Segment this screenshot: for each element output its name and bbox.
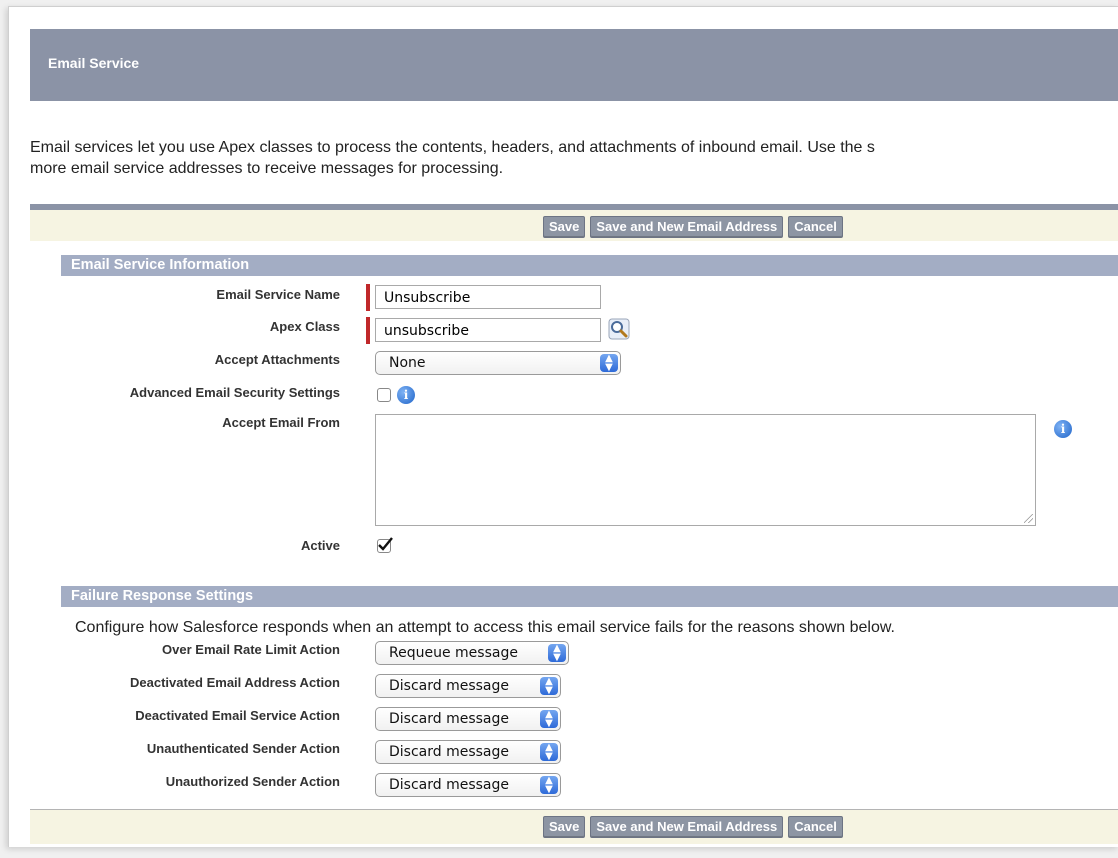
unauthenticated-sender-value: Discard message [389, 744, 510, 760]
save-and-new-button[interactable]: Save and New Email Address [590, 816, 784, 838]
updown-arrows-icon: ▲ ▼ [540, 710, 558, 729]
updown-arrows-icon: ▲ ▼ [540, 776, 558, 795]
deactivated-address-value: Discard message [389, 678, 510, 694]
deactivated-service-value: Discard message [389, 711, 510, 727]
accept-attachments-select[interactable]: None ▲ ▼ [375, 351, 621, 375]
section-header-email-service-information: Email Service Information [61, 255, 1118, 276]
info-icon[interactable]: i [1054, 420, 1072, 438]
intro-text: Email services let you use Apex classes … [30, 137, 1118, 179]
updown-arrows-icon: ▲ ▼ [548, 644, 566, 663]
failure-description: Configure how Salesforce responds when a… [75, 619, 895, 636]
page-frame: Email Service Email services let you use… [8, 6, 1118, 847]
deactivated-service-select[interactable]: Discard message ▲ ▼ [375, 707, 561, 731]
updown-arrows-icon: ▲ ▼ [540, 677, 558, 696]
deactivated-address-select[interactable]: Discard message ▲ ▼ [375, 674, 561, 698]
resize-handle-icon[interactable] [1024, 514, 1033, 523]
top-button-group: Save Save and New Email Address Cancel [543, 216, 843, 238]
apex-class-input[interactable]: unsubscribe [375, 318, 601, 342]
unauthenticated-sender-select[interactable]: Discard message ▲ ▼ [375, 740, 561, 764]
email-service-name-input[interactable]: Unsubscribe [375, 285, 601, 309]
accept-email-from-label: Accept Email From [222, 415, 340, 430]
unauthorized-sender-value: Discard message [389, 777, 510, 793]
unauthorized-sender-select[interactable]: Discard message ▲ ▼ [375, 773, 561, 797]
top-button-bar: Save Save and New Email Address Cancel [30, 204, 1118, 241]
active-label: Active [300, 538, 340, 553]
email-service-name-label: Email Service Name [216, 287, 340, 302]
checkmark-icon [378, 537, 393, 551]
unauthenticated-sender-label: Unauthenticated Sender Action [146, 741, 340, 756]
section-header-failure-response-settings: Failure Response Settings [61, 586, 1118, 607]
save-button[interactable]: Save [543, 816, 586, 838]
bottom-button-bar: Save Save and New Email Address Cancel [30, 809, 1118, 844]
save-and-new-button[interactable]: Save and New Email Address [590, 216, 784, 238]
required-indicator [366, 317, 370, 344]
updown-arrows-icon: ▲ ▼ [600, 354, 618, 373]
save-button[interactable]: Save [543, 216, 586, 238]
deactivated-service-label: Deactivated Email Service Action [135, 708, 340, 723]
over-rate-limit-select[interactable]: Requeue message ▲ ▼ [375, 641, 569, 665]
active-checkbox[interactable] [377, 537, 393, 553]
accept-attachments-label: Accept Attachments [214, 352, 340, 367]
magnifier-icon[interactable] [608, 318, 630, 340]
over-rate-limit-label: Over Email Rate Limit Action [162, 642, 340, 657]
updown-arrows-icon: ▲ ▼ [540, 743, 558, 762]
intro-line-2: more email service addresses to receive … [30, 160, 504, 177]
advanced-security-label: Advanced Email Security Settings [129, 385, 340, 400]
page-header: Email Service [30, 29, 1118, 101]
intro-line-1: Email services let you use Apex classes … [30, 139, 875, 156]
over-rate-limit-value: Requeue message [389, 645, 518, 661]
page-title: Email Service [48, 55, 140, 71]
advanced-security-checkbox[interactable] [377, 388, 391, 402]
info-icon[interactable]: i [397, 386, 415, 404]
deactivated-address-label: Deactivated Email Address Action [130, 675, 340, 690]
accept-email-from-textarea[interactable] [375, 414, 1036, 526]
accept-attachments-value: None [389, 355, 426, 371]
unauthorized-sender-label: Unauthorized Sender Action [165, 774, 340, 789]
required-indicator [366, 284, 370, 311]
cancel-button[interactable]: Cancel [788, 816, 843, 838]
cancel-button[interactable]: Cancel [788, 216, 843, 238]
bottom-button-group: Save Save and New Email Address Cancel [543, 816, 843, 838]
apex-class-label: Apex Class [269, 319, 340, 334]
